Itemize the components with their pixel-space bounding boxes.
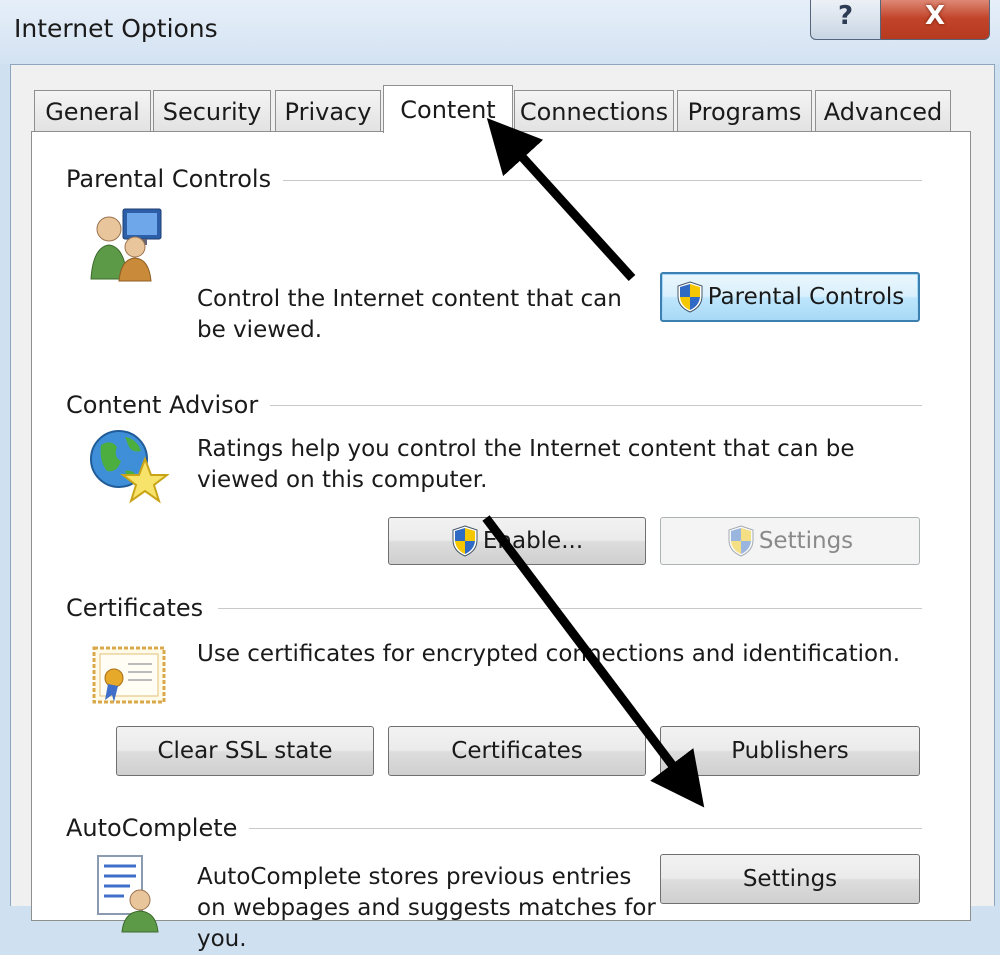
content-advisor-enable-button[interactable]: Enable... xyxy=(388,517,646,565)
publishers-button[interactable]: Publishers xyxy=(660,726,920,776)
publishers-button-label: Publishers xyxy=(731,738,849,764)
content-advisor-heading: Content Advisor xyxy=(66,391,271,419)
certificates-heading: Certificates xyxy=(66,594,216,622)
enable-button-label: Enable... xyxy=(482,528,584,554)
parental-controls-description: Control the Internet content that can be… xyxy=(197,286,622,343)
autocomplete-form-icon xyxy=(97,855,159,933)
content-advisor-settings-button[interactable]: Settings xyxy=(660,517,920,565)
parental-controls-heading: Parental Controls xyxy=(66,165,284,193)
tab-label: Security xyxy=(162,97,262,126)
tab-programs[interactable]: Programs xyxy=(677,90,812,132)
globe-star-icon xyxy=(90,430,169,504)
tab-connections[interactable]: Connections xyxy=(514,90,674,132)
uac-shield-icon xyxy=(728,525,754,557)
certificates-button[interactable]: Certificates xyxy=(388,726,646,776)
tab-label: Advanced xyxy=(823,97,943,126)
parental-controls-button[interactable]: Parental Controls xyxy=(660,272,920,322)
certificate-icon xyxy=(92,646,166,704)
autocomplete-settings-button[interactable]: Settings xyxy=(660,854,920,904)
close-button[interactable]: X xyxy=(880,0,990,40)
close-icon: X xyxy=(924,1,946,31)
autocomplete-description: AutoComplete stores previous entries on … xyxy=(197,864,656,952)
tab-security[interactable]: Security xyxy=(153,90,271,132)
tab-general[interactable]: General xyxy=(34,90,151,132)
group-divider xyxy=(238,828,922,829)
group-divider xyxy=(218,608,922,609)
tab-content[interactable]: Content xyxy=(383,85,513,133)
certificates-description: Use certificates for encrypted connectio… xyxy=(197,641,901,667)
uac-shield-icon xyxy=(452,525,478,557)
group-divider xyxy=(272,180,922,181)
clear-ssl-state-button[interactable]: Clear SSL state xyxy=(116,726,374,776)
parental-controls-button-label: Parental Controls xyxy=(707,284,905,310)
uac-shield-icon xyxy=(677,281,703,313)
autocomplete-settings-label: Settings xyxy=(742,866,838,892)
content-advisor-description: Ratings help you control the Internet co… xyxy=(197,436,855,493)
settings-button-label: Settings xyxy=(758,528,854,554)
dialog-body: General Security Privacy Content Connect… xyxy=(10,64,995,952)
parental-controls-icon xyxy=(90,208,162,282)
title-bar: Internet Options ? X xyxy=(0,0,1000,64)
tab-advanced[interactable]: Advanced xyxy=(815,90,951,132)
autocomplete-heading: AutoComplete xyxy=(66,814,250,842)
window-title: Internet Options xyxy=(14,14,218,43)
tab-label: Connections xyxy=(519,97,669,126)
help-icon: ? xyxy=(837,1,854,31)
clear-ssl-state-label: Clear SSL state xyxy=(157,738,333,764)
certificates-button-label: Certificates xyxy=(451,738,583,764)
tab-label: Content xyxy=(400,95,496,124)
tab-label: Privacy xyxy=(284,97,372,126)
tab-label: Programs xyxy=(687,97,802,126)
tab-privacy[interactable]: Privacy xyxy=(275,90,381,132)
content-tab-panel: Parental Controls Control the Internet c… xyxy=(31,131,971,952)
group-divider xyxy=(268,405,922,406)
tab-label: General xyxy=(45,97,140,126)
help-button[interactable]: ? xyxy=(810,0,880,40)
